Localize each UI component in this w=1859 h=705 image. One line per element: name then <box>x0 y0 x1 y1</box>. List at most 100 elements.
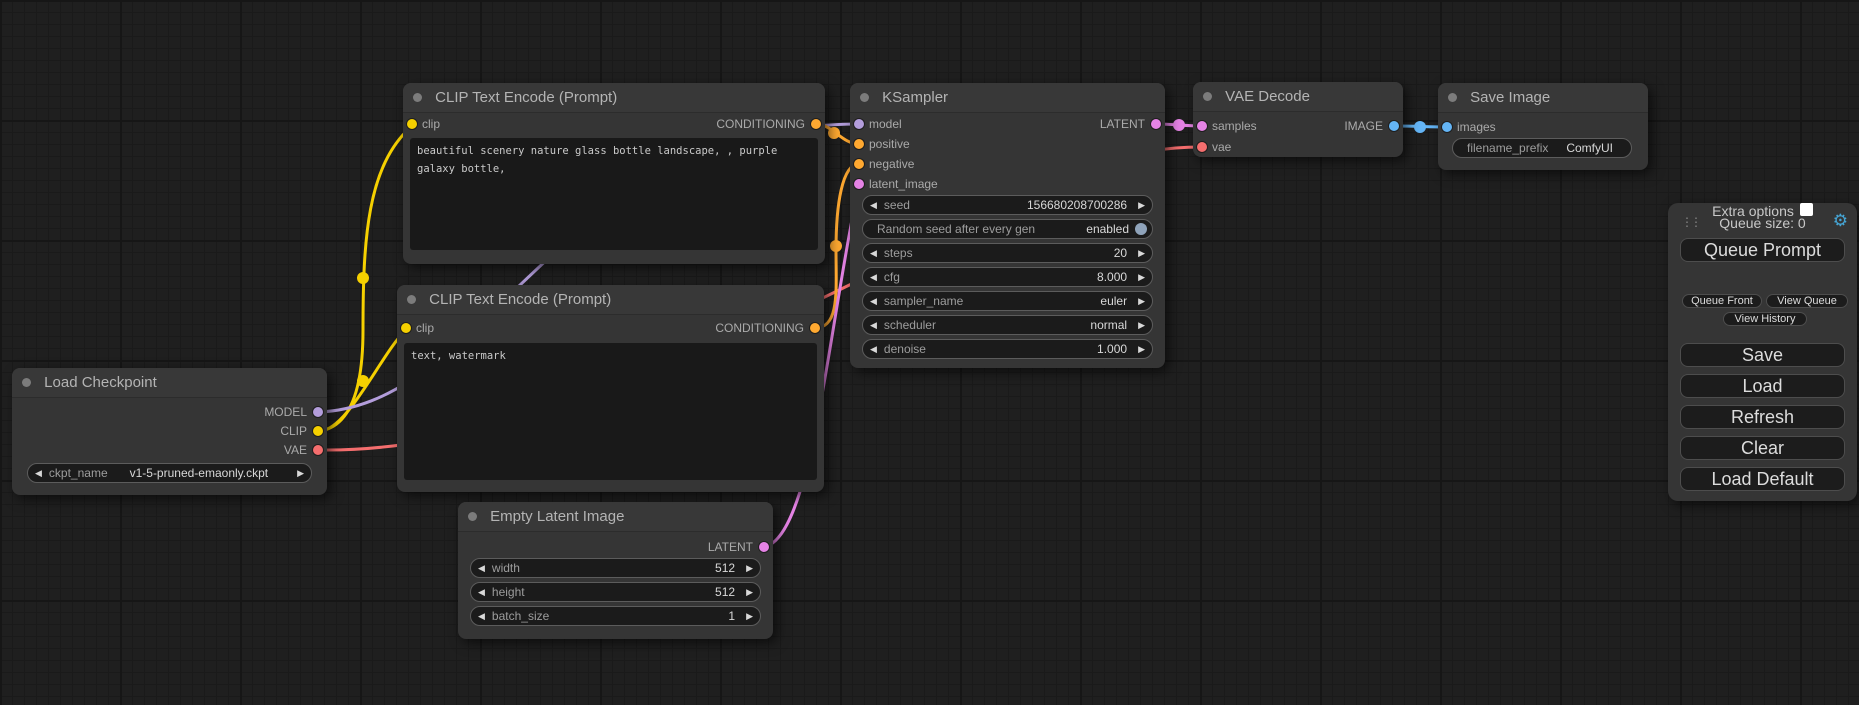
input-port-negative[interactable]: negative <box>850 155 914 173</box>
node-empty-latent-image[interactable]: Empty Latent Image LATENT ◀ width 512 ▶ … <box>458 502 773 639</box>
negative-prompt-textarea[interactable]: text, watermark <box>404 343 817 480</box>
collapse-dot-icon[interactable] <box>22 378 31 387</box>
load-button[interactable]: Load <box>1680 374 1845 398</box>
latent-port-dot[interactable] <box>1197 121 1207 131</box>
latent-port-dot[interactable] <box>759 542 769 552</box>
input-port-clip[interactable]: clip <box>397 319 434 337</box>
view-queue-button[interactable]: View Queue <box>1766 294 1848 308</box>
node-vae-decode[interactable]: VAE Decode samples vae IMAGE <box>1193 82 1403 157</box>
decrement-arrow-icon[interactable]: ◀ <box>471 611 492 622</box>
output-port-model[interactable]: MODEL <box>264 403 327 421</box>
refresh-button[interactable]: Refresh <box>1680 405 1845 429</box>
collapse-dot-icon[interactable] <box>407 295 416 304</box>
sampler-name-widget[interactable]: ◀ sampler_name euler ▶ <box>862 291 1153 311</box>
output-port-conditioning[interactable]: CONDITIONING <box>715 319 824 337</box>
clip-port-dot[interactable] <box>401 323 411 333</box>
collapse-dot-icon[interactable] <box>1203 92 1212 101</box>
width-widget[interactable]: ◀ width 512 ▶ <box>470 558 761 578</box>
model-port-dot[interactable] <box>854 119 864 129</box>
output-port-latent[interactable]: LATENT <box>1100 115 1165 133</box>
steps-widget[interactable]: ◀ steps 20 ▶ <box>862 243 1153 263</box>
cfg-widget[interactable]: ◀ cfg 8.000 ▶ <box>862 267 1153 287</box>
save-button[interactable]: Save <box>1680 343 1845 367</box>
input-port-images[interactable]: images <box>1438 118 1496 136</box>
decrement-arrow-icon[interactable]: ◀ <box>863 272 884 283</box>
queue-front-button[interactable]: Queue Front <box>1682 294 1762 308</box>
conditioning-port-dot[interactable] <box>854 159 864 169</box>
input-port-samples[interactable]: samples <box>1193 117 1257 135</box>
node-title-bar[interactable]: CLIP Text Encode (Prompt) <box>403 83 825 113</box>
seed-widget[interactable]: ◀ seed 156680208700286 ▶ <box>862 195 1153 215</box>
increment-arrow-icon[interactable]: ▶ <box>290 468 311 479</box>
output-port-latent[interactable]: LATENT <box>708 538 773 556</box>
vae-port-dot[interactable] <box>1197 142 1207 152</box>
output-port-conditioning[interactable]: CONDITIONING <box>716 115 825 133</box>
increment-arrow-icon[interactable]: ▶ <box>1131 272 1152 283</box>
node-clip-text-encode-positive[interactable]: CLIP Text Encode (Prompt) clip CONDITION… <box>403 83 825 264</box>
decrement-arrow-icon[interactable]: ◀ <box>863 320 884 331</box>
queue-panel[interactable]: ⋮⋮ Queue size: 0 ⚙ Queue Prompt Extra op… <box>1668 203 1857 501</box>
node-title-bar[interactable]: VAE Decode <box>1193 82 1403 112</box>
increment-arrow-icon[interactable]: ▶ <box>1131 248 1152 259</box>
decrement-arrow-icon[interactable]: ◀ <box>28 468 49 479</box>
increment-arrow-icon[interactable]: ▶ <box>739 611 760 622</box>
increment-arrow-icon[interactable]: ▶ <box>1131 344 1152 355</box>
image-port-dot[interactable] <box>1389 121 1399 131</box>
conditioning-port-dot[interactable] <box>811 119 821 129</box>
collapse-dot-icon[interactable] <box>1448 93 1457 102</box>
output-port-image[interactable]: IMAGE <box>1344 117 1403 135</box>
node-title-bar[interactable]: Load Checkpoint <box>12 368 327 398</box>
decrement-arrow-icon[interactable]: ◀ <box>863 344 884 355</box>
node-title-bar[interactable]: Empty Latent Image <box>458 502 773 532</box>
load-default-button[interactable]: Load Default <box>1680 467 1845 491</box>
node-title-bar[interactable]: Save Image <box>1438 83 1648 113</box>
increment-arrow-icon[interactable]: ▶ <box>1131 200 1152 211</box>
increment-arrow-icon[interactable]: ▶ <box>1131 296 1152 307</box>
output-port-vae[interactable]: VAE <box>284 441 327 459</box>
collapse-dot-icon[interactable] <box>468 512 477 521</box>
model-port-dot[interactable] <box>313 407 323 417</box>
latent-port-dot[interactable] <box>1151 119 1161 129</box>
increment-arrow-icon[interactable]: ▶ <box>739 587 760 598</box>
node-title-bar[interactable]: KSampler <box>850 83 1165 113</box>
clip-port-dot[interactable] <box>407 119 417 129</box>
output-port-clip[interactable]: CLIP <box>280 422 327 440</box>
comfyui-canvas[interactable]: { "colors": { "model": "#b39ddb", "clip"… <box>0 0 1859 705</box>
node-ksampler[interactable]: KSampler model positive negative latent_… <box>850 83 1165 368</box>
view-history-button[interactable]: View History <box>1723 312 1807 326</box>
increment-arrow-icon[interactable]: ▶ <box>1131 320 1152 331</box>
node-load-checkpoint[interactable]: Load Checkpoint MODEL CLIP VAE ◀ ckpt_na… <box>12 368 327 495</box>
ckpt-name-widget[interactable]: ◀ ckpt_name v1-5-pruned-emaonly.ckpt ▶ <box>27 463 312 483</box>
filename-prefix-widget[interactable]: filename_prefix ComfyUI <box>1452 138 1632 158</box>
input-port-positive[interactable]: positive <box>850 135 910 153</box>
input-port-latent-image[interactable]: latent_image <box>850 175 938 193</box>
input-port-model[interactable]: model <box>850 115 902 133</box>
latent-port-dot[interactable] <box>854 179 864 189</box>
denoise-widget[interactable]: ◀ denoise 1.000 ▶ <box>862 339 1153 359</box>
vae-port-dot[interactable] <box>313 445 323 455</box>
input-port-vae[interactable]: vae <box>1193 138 1231 156</box>
toggle-enabled-icon[interactable] <box>1135 223 1147 235</box>
random-seed-toggle-widget[interactable]: Random seed after every gen enabled <box>862 219 1153 239</box>
gear-icon[interactable]: ⚙ <box>1833 211 1848 231</box>
positive-prompt-textarea[interactable]: beautiful scenery nature glass bottle la… <box>410 138 818 250</box>
decrement-arrow-icon[interactable]: ◀ <box>471 563 492 574</box>
node-clip-text-encode-negative[interactable]: CLIP Text Encode (Prompt) clip CONDITION… <box>397 285 824 492</box>
image-port-dot[interactable] <box>1442 122 1452 132</box>
decrement-arrow-icon[interactable]: ◀ <box>863 296 884 307</box>
collapse-dot-icon[interactable] <box>413 93 422 102</box>
clear-button[interactable]: Clear <box>1680 436 1845 460</box>
queue-prompt-button[interactable]: Queue Prompt <box>1680 238 1845 262</box>
input-port-clip[interactable]: clip <box>403 115 440 133</box>
increment-arrow-icon[interactable]: ▶ <box>739 563 760 574</box>
clip-port-dot[interactable] <box>313 426 323 436</box>
scheduler-widget[interactable]: ◀ scheduler normal ▶ <box>862 315 1153 335</box>
decrement-arrow-icon[interactable]: ◀ <box>863 200 884 211</box>
conditioning-port-dot[interactable] <box>854 139 864 149</box>
decrement-arrow-icon[interactable]: ◀ <box>471 587 492 598</box>
collapse-dot-icon[interactable] <box>860 93 869 102</box>
batch-size-widget[interactable]: ◀ batch_size 1 ▶ <box>470 606 761 626</box>
height-widget[interactable]: ◀ height 512 ▶ <box>470 582 761 602</box>
conditioning-port-dot[interactable] <box>810 323 820 333</box>
node-save-image[interactable]: Save Image images filename_prefix ComfyU… <box>1438 83 1648 170</box>
